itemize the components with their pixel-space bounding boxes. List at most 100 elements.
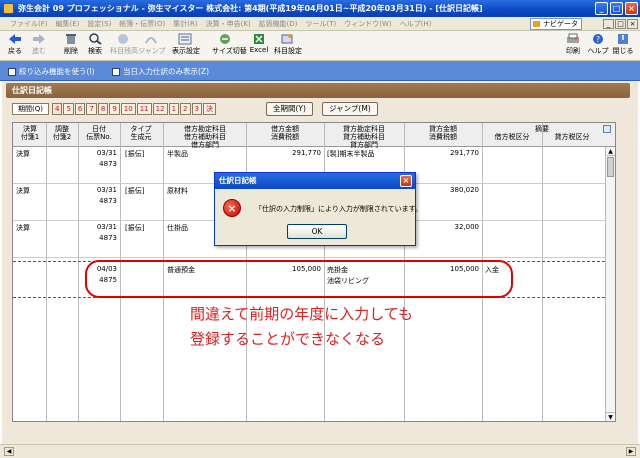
row-type: [振伝]	[125, 224, 145, 232]
close-button[interactable]: 閉じる	[610, 33, 636, 59]
month-tab[interactable]: 10	[120, 103, 136, 115]
row-type: [振伝]	[125, 150, 145, 158]
month-tab[interactable]: 1	[168, 103, 180, 115]
excel-button[interactable]: Excel	[246, 33, 272, 59]
maximize-button[interactable]: □	[610, 2, 623, 15]
filter-checkbox-box[interactable]	[8, 67, 16, 76]
scroll-up-icon[interactable]: ▲	[606, 147, 615, 156]
menu-ledgers[interactable]: 帳簿・伝票(O)	[115, 19, 169, 29]
menu-summary[interactable]: 集計(R)	[169, 19, 201, 29]
callout-line2: 登録することができなくなる	[190, 330, 386, 348]
row-slip-no: 4873	[99, 160, 117, 168]
menu-closing[interactable]: 決算・申告(K)	[202, 19, 255, 29]
callout-line1: 間違えて前期の年度に入力しても	[190, 305, 414, 323]
month-tab[interactable]: 11	[136, 103, 152, 115]
row-slip-no: 4873	[99, 234, 117, 242]
row-kessan: 決算	[16, 224, 30, 232]
col-origin: 生成元	[130, 133, 152, 141]
table-scrollbar[interactable]: ▲ ▼	[605, 147, 615, 421]
account-settings-icon	[281, 34, 293, 44]
row-debit-amount: 291,770	[292, 149, 321, 157]
month-tab[interactable]: 6	[74, 103, 86, 115]
row-kessan: 決算	[16, 150, 30, 158]
jump-icon	[145, 37, 157, 44]
row-type: [振伝]	[125, 187, 145, 195]
resize-button[interactable]: サイズ切替	[212, 33, 247, 59]
menu-edit[interactable]: 編集(E)	[52, 19, 84, 29]
today-only-checkbox[interactable]: 当日入力仕訳のみ表示(Z)	[112, 66, 209, 77]
navigator-button[interactable]: ナビゲータ	[530, 18, 582, 30]
all-period-button[interactable]: 全期間(Y)	[266, 102, 313, 116]
col-slip-no: 伝票No.	[86, 133, 112, 141]
display-settings-button[interactable]: 表示設定	[172, 33, 200, 59]
col-debit-tax-class: 借方税区分	[494, 133, 530, 141]
delete-label: 削除	[64, 47, 78, 55]
account-settings-label: 科目設定	[274, 47, 302, 55]
menu-window[interactable]: ウィンドウ(W)	[340, 19, 395, 29]
mdi-close-button[interactable]: ×	[627, 19, 638, 29]
ok-button[interactable]: OK	[287, 224, 347, 239]
row-slip-no: 4873	[99, 197, 117, 205]
delete-icon	[66, 34, 76, 44]
error-dialog: 仕訳日記帳 × × 「仕訳の入力制限」により入力が制限されています。 OK	[214, 172, 422, 246]
back-button[interactable]: 戻る	[2, 33, 28, 59]
menu-tools[interactable]: ツール(T)	[302, 19, 341, 29]
month-tab[interactable]: 2	[180, 103, 191, 115]
col-credit-tax-class: 貸方税区分	[554, 133, 590, 141]
dialog-message: 「仕訳の入力制限」により入力が制限されています。	[255, 205, 422, 213]
window-titlebar[interactable]: 弥生会計 09 プロフェッショナル - 弥生マイスター 株式会社: 第4期(平成…	[0, 0, 640, 17]
excel-icon	[254, 34, 264, 44]
today-only-checkbox-box[interactable]	[112, 67, 120, 76]
row-credit-amount: 32,000	[454, 223, 480, 231]
column-settings-icon[interactable]	[603, 125, 611, 133]
main-content: 仕訳日記帳 期間(Q) 4 5 6 7 8 9 10 11 12 1 2 3 決…	[2, 81, 638, 444]
month-tab-closing[interactable]: 決	[202, 103, 216, 115]
mdi-minimize-button[interactable]: _	[603, 19, 614, 29]
close-window-button[interactable]: ×	[625, 2, 638, 15]
help-button[interactable]: ? ヘルプ	[585, 33, 611, 59]
scroll-thumb[interactable]	[607, 157, 614, 177]
account-balance-button[interactable]: 科目残高	[110, 33, 138, 59]
today-only-checkbox-label: 当日入力仕訳のみ表示(Z)	[123, 67, 209, 76]
print-button[interactable]: 印刷	[560, 33, 586, 59]
print-label: 印刷	[566, 47, 580, 55]
horizontal-scrollbar[interactable]: ◀ ▶	[0, 444, 640, 458]
scroll-left-icon[interactable]: ◀	[4, 447, 14, 456]
month-tab[interactable]: 5	[63, 103, 74, 115]
forward-button[interactable]: 進む	[26, 33, 52, 59]
jump-button[interactable]: ジャンプ(M)	[322, 102, 378, 116]
delete-button[interactable]: 削除	[58, 33, 84, 59]
search-button[interactable]: 検索	[82, 33, 108, 59]
menu-help[interactable]: ヘルプ(H)	[396, 19, 436, 29]
month-tab[interactable]: 8	[97, 103, 109, 115]
account-balance-label: 科目残高	[110, 47, 138, 55]
month-tab[interactable]: 12	[152, 103, 168, 115]
table-header: 決算 調整 日付 タイプ 借方勘定科目 借方金額 貸方勘定科目 貸方金額 摘要 …	[13, 123, 615, 149]
mdi-maximize-button[interactable]: □	[615, 19, 626, 29]
help-label: ヘルプ	[587, 47, 609, 55]
dialog-close-icon[interactable]: ×	[400, 175, 412, 187]
menu-file[interactable]: ファイル(F)	[6, 19, 52, 29]
error-icon: ×	[223, 199, 241, 217]
filter-checkbox[interactable]: 絞り込み機能を使う(I)	[8, 66, 95, 77]
month-tab[interactable]: 4	[51, 103, 63, 115]
month-tab[interactable]: 9	[109, 103, 120, 115]
svg-text:?: ?	[596, 35, 600, 44]
print-icon	[567, 33, 579, 43]
minimize-button[interactable]: _	[595, 2, 608, 15]
col-tag2: 付箋2	[52, 133, 72, 141]
dialog-title[interactable]: 仕訳日記帳	[215, 173, 415, 189]
resize-icon	[220, 34, 230, 44]
period-button[interactable]: 期間(Q)	[12, 103, 49, 115]
jump-tool-button[interactable]: ジャンプ	[138, 33, 165, 59]
month-tab[interactable]: 7	[86, 103, 97, 115]
help-icon: ?	[593, 34, 603, 44]
menu-settings[interactable]: 設定(S)	[83, 19, 115, 29]
scroll-right-icon[interactable]: ▶	[626, 447, 636, 456]
back-label: 戻る	[8, 47, 22, 55]
section-title: 仕訳日記帳	[6, 83, 630, 98]
menu-extensions[interactable]: 拡張機能(D)	[255, 19, 302, 29]
scroll-down-icon[interactable]: ▼	[606, 412, 615, 421]
month-tab[interactable]: 3	[191, 103, 202, 115]
account-settings-button[interactable]: 科目設定	[274, 33, 302, 59]
